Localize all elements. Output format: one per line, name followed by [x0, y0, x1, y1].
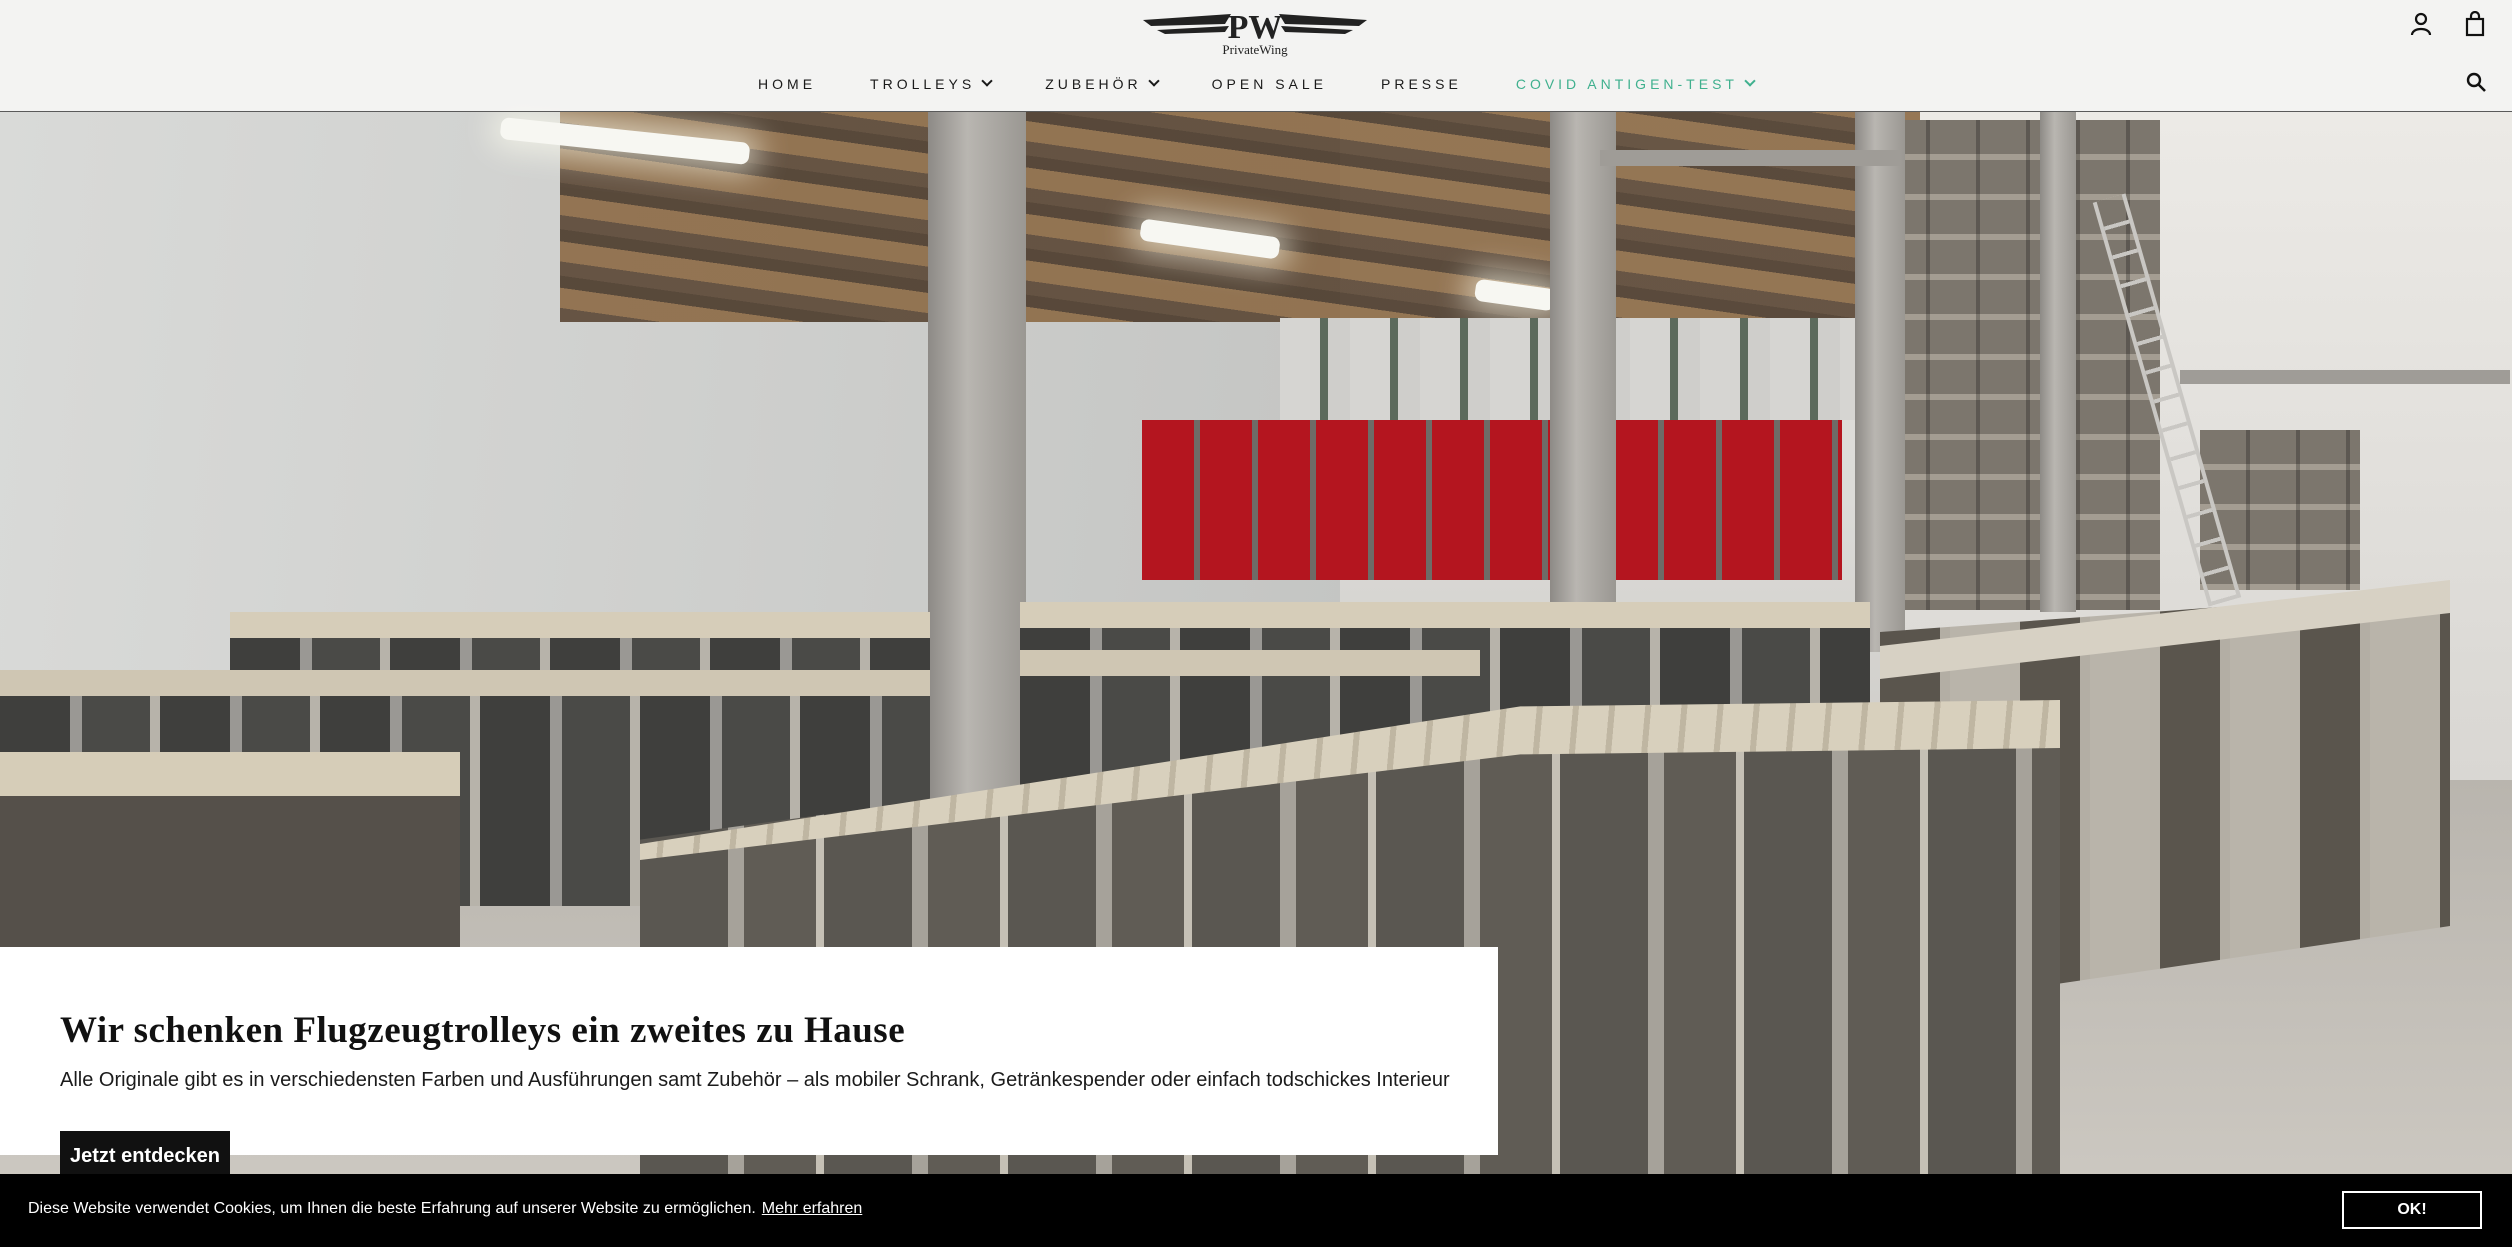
nav-item-trolleys[interactable]: TROLLEYS	[870, 75, 993, 92]
nav-item-zubehoer[interactable]: ZUBEHÖR	[1045, 75, 1160, 92]
hero-crate	[0, 752, 460, 952]
hero-title: Wir schenken Flugzeugtrolleys ein zweite…	[60, 1010, 906, 1051]
nav-label: HOME	[758, 76, 817, 92]
nav-label: TROLLEYS	[870, 76, 976, 92]
hero-column	[2040, 112, 2076, 612]
nav-item-home[interactable]: HOME	[758, 76, 816, 92]
nav-label: COVID ANTIGEN-TEST	[1515, 76, 1738, 92]
cart-icon[interactable]	[2464, 11, 2486, 37]
hero-column	[1855, 112, 1905, 652]
nav-label: ZUBEHÖR	[1045, 76, 1142, 92]
hero-beam	[1600, 150, 1900, 166]
account-icon[interactable]	[2410, 12, 2432, 36]
cookie-accept-button[interactable]: OK!	[2342, 1191, 2482, 1229]
hero-column	[928, 112, 1026, 872]
cookie-text: Diese Website verwendet Cookies, um Ihne…	[28, 1200, 756, 1217]
hero-card: Wir schenken Flugzeugtrolleys ein zweite…	[0, 947, 1498, 1155]
hero-red-trolleys	[1142, 420, 1842, 580]
logo-wordmark: PrivateWing	[1222, 42, 1288, 57]
nav-item-open-sale[interactable]: OPEN SALE	[1212, 76, 1327, 92]
nav-label: OPEN SALE	[1211, 76, 1328, 92]
site-header: PW PrivateWing HOME TROLLEYS ZUBEHÖR OPE…	[0, 0, 2512, 112]
svg-text:PW: PW	[1228, 9, 1283, 46]
nav-item-covid-antigen-test[interactable]: COVID ANTIGEN-TEST	[1515, 75, 1756, 92]
hero-beam	[2180, 370, 2510, 384]
nav-item-presse[interactable]: PRESSE	[1381, 76, 1462, 92]
cookie-message: Diese Website verwendet Cookies, um Ihne…	[28, 1200, 862, 1218]
main-nav: HOME TROLLEYS ZUBEHÖR OPEN SALE PRESSE C…	[0, 75, 2512, 92]
hero-ceiling	[560, 112, 1920, 322]
hero-subtitle: Alle Originale gibt es in verschiedenste…	[60, 1069, 1450, 1091]
cookie-learn-more-link[interactable]: Mehr erfahren	[762, 1200, 863, 1217]
cookie-banner: Diese Website verwendet Cookies, um Ihne…	[0, 1174, 2512, 1247]
search-icon[interactable]	[2466, 72, 2486, 92]
chevron-down-icon	[1147, 75, 1160, 87]
hero-shelf-stack	[1880, 120, 2160, 610]
chevron-down-icon	[981, 75, 993, 87]
chevron-down-icon	[1744, 75, 1756, 87]
nav-label: PRESSE	[1381, 76, 1462, 92]
